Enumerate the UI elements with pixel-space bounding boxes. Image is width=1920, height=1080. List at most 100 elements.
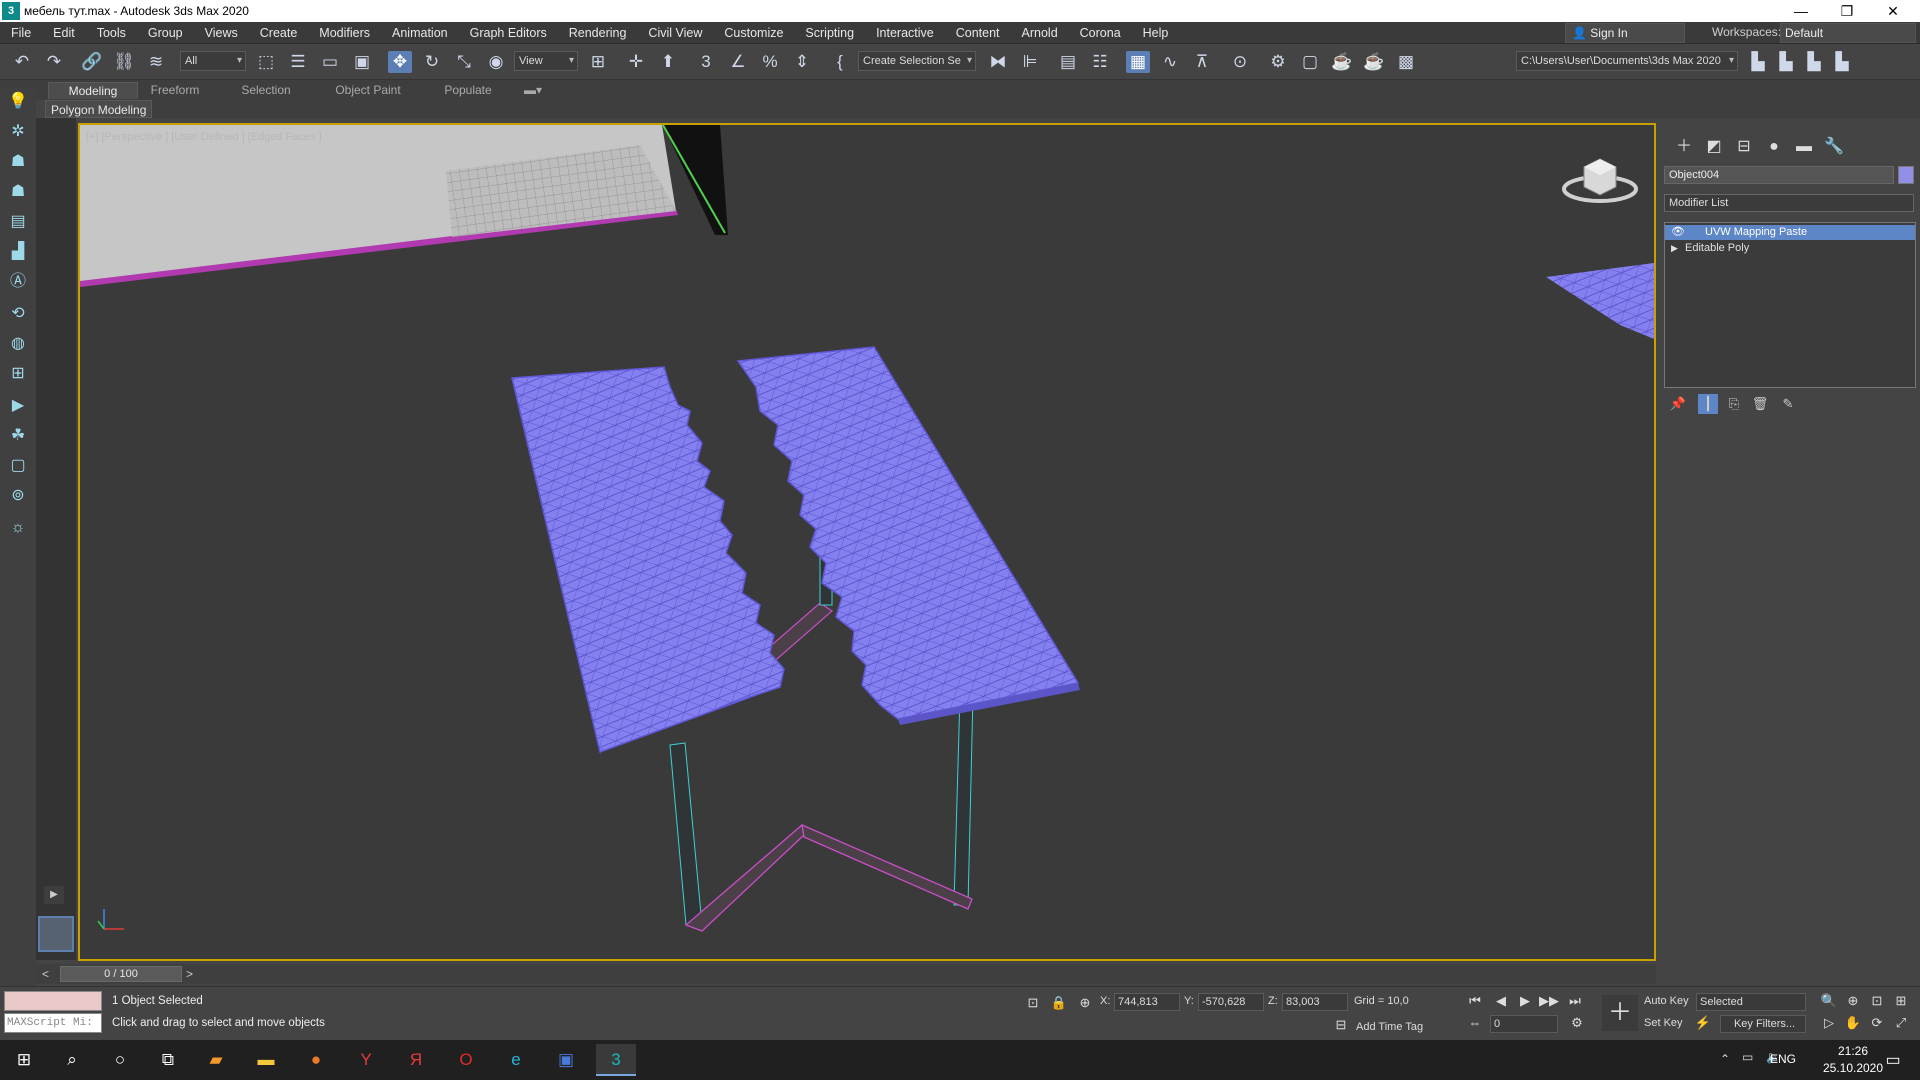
project-path-dropdown[interactable]: C:\Users\User\Documents\3ds Max 2020 xyxy=(1516,51,1738,71)
time-config-icon[interactable]: ⚙ xyxy=(1566,1013,1588,1033)
select-rotate-icon[interactable]: ↻ xyxy=(420,51,444,73)
maxscript-mini-listener[interactable]: MAXScript Mi: xyxy=(4,1013,102,1033)
selection-set-dropdown[interactable]: Create Selection Se xyxy=(858,51,976,71)
eye-icon[interactable]: 👁 xyxy=(1671,225,1685,240)
bind-space-warp-icon[interactable]: ≋ xyxy=(144,51,168,73)
go-to-start-icon[interactable]: ⏮ xyxy=(1464,991,1486,1011)
time-tag-icon[interactable]: ⊟ xyxy=(1330,1015,1352,1035)
absolute-mode-icon[interactable]: ⊕ xyxy=(1074,993,1096,1013)
spinner-snap-icon[interactable]: ⇕ xyxy=(790,51,814,73)
orbit-view-icon[interactable]: ⟳ xyxy=(1866,1013,1888,1033)
key-mode-icon[interactable]: ⇔ xyxy=(1464,1013,1486,1033)
menu-interactive[interactable]: Interactive xyxy=(865,26,945,40)
viewcube-icon[interactable] xyxy=(1562,158,1638,203)
render-setup-icon[interactable]: ⚙ xyxy=(1266,51,1290,73)
select-move-icon[interactable]: ✥ xyxy=(388,51,412,73)
create-tab-icon[interactable]: ＋ xyxy=(1672,136,1696,158)
graphite-icon[interactable]: ▟ xyxy=(5,240,31,264)
firefox-icon[interactable]: ● xyxy=(296,1044,336,1076)
tab-object-paint[interactable]: Object Paint xyxy=(326,82,410,99)
tab-modeling[interactable]: Modeling xyxy=(48,82,138,99)
project-manage-icon[interactable]: ▙ xyxy=(1830,51,1854,73)
menu-edit[interactable]: Edit xyxy=(42,26,86,40)
restore-button[interactable]: ❐ xyxy=(1824,0,1870,22)
edge-icon[interactable]: e xyxy=(496,1044,536,1076)
z-coord-field[interactable]: 83,003 xyxy=(1282,993,1348,1011)
object-name-field[interactable]: Object004 xyxy=(1664,166,1894,184)
time-next-icon[interactable]: > xyxy=(186,967,193,981)
link-icon[interactable]: 🔗 xyxy=(80,51,104,73)
orbit-icon[interactable]: ⊚ xyxy=(5,484,31,508)
project-create-icon[interactable]: ▙ xyxy=(1802,51,1826,73)
select-place-icon[interactable]: ◉ xyxy=(484,51,508,73)
layer-explorer-icon[interactable]: ☷ xyxy=(1088,51,1112,73)
toggle-ribbon-icon[interactable]: ▦ xyxy=(1126,51,1150,73)
select-scale-icon[interactable]: ⤡ xyxy=(452,51,476,73)
tray-chevron-icon[interactable]: ⌃ xyxy=(1720,1052,1730,1066)
select-by-name-icon[interactable]: ☰ xyxy=(286,51,310,73)
unlink-icon[interactable]: ⛓ xyxy=(112,51,136,73)
people-icon[interactable]: ☘ xyxy=(5,424,31,448)
set-key-button[interactable]: Set Key xyxy=(1644,1017,1683,1029)
right-tabletop[interactable] xyxy=(736,346,1080,720)
maxscript-listener-output[interactable] xyxy=(4,991,102,1011)
project-open-icon[interactable]: ▙ xyxy=(1774,51,1798,73)
stack-item-uvw-mapping-paste[interactable]: 👁 UVW Mapping Paste xyxy=(1665,225,1915,240)
next-frame-icon[interactable]: ▶▶ xyxy=(1538,991,1560,1011)
render-production-icon[interactable]: ☕ xyxy=(1330,51,1354,73)
menu-modifiers[interactable]: Modifiers xyxy=(308,26,381,40)
workspace-dropdown[interactable]: Default xyxy=(1780,23,1916,43)
isolate-selection-icon[interactable]: ⊡ xyxy=(1022,993,1044,1013)
zoom-icon[interactable]: 🔍 xyxy=(1818,991,1840,1011)
rotate-view-icon[interactable]: ⟲ xyxy=(5,302,31,326)
selection-filter-dropdown[interactable]: All xyxy=(180,51,246,71)
current-frame-field[interactable]: 0 xyxy=(1490,1015,1558,1033)
play-icon[interactable]: ▶ xyxy=(1514,991,1536,1011)
edit-named-sets-icon[interactable]: { xyxy=(828,51,852,73)
key-filters-icon[interactable]: ⚡ xyxy=(1692,1013,1714,1033)
pivot-center-icon[interactable]: ⊞ xyxy=(586,51,610,73)
motion-tab-icon[interactable]: ● xyxy=(1762,136,1786,158)
y-coord-field[interactable]: -570,628 xyxy=(1198,993,1264,1011)
field-of-view-icon[interactable]: ▷ xyxy=(1818,1013,1840,1033)
task-view-icon[interactable]: ⧉ xyxy=(148,1044,188,1076)
layer-view-icon[interactable]: ▢ xyxy=(5,454,31,478)
window-crossing-icon[interactable]: ▣ xyxy=(350,51,374,73)
viewport-label[interactable]: [+] [Perspective ] [User Defined ] [Edge… xyxy=(86,131,322,143)
ref-coord-dropdown[interactable]: View xyxy=(514,51,578,71)
cortana-icon[interactable]: ○ xyxy=(100,1044,140,1076)
paint-select-icon[interactable]: 💡 xyxy=(5,90,31,114)
material-editor-icon[interactable]: ⊙ xyxy=(1228,51,1252,73)
menu-corona[interactable]: Corona xyxy=(1069,26,1132,40)
menu-graph-editors[interactable]: Graph Editors xyxy=(459,26,558,40)
search-icon[interactable]: ⌕ xyxy=(52,1044,92,1076)
zoom-extents-all-icon[interactable]: ⊞ xyxy=(1890,991,1912,1011)
configure-modifier-sets-icon[interactable]: ✎ xyxy=(1778,394,1798,414)
menu-civil-view[interactable]: Civil View xyxy=(637,26,713,40)
undo-icon[interactable]: ↶ xyxy=(10,51,34,73)
menu-rendering[interactable]: Rendering xyxy=(558,26,638,40)
populate-icon[interactable]: ☗ xyxy=(5,150,31,174)
percent-snap-icon[interactable]: % xyxy=(758,51,782,73)
key-filters-button[interactable]: Key Filters... xyxy=(1720,1015,1806,1033)
file-explorer-icon[interactable]: ▬ xyxy=(246,1044,286,1076)
menu-arnold[interactable]: Arnold xyxy=(1011,26,1069,40)
object-color-swatch[interactable] xyxy=(1898,166,1914,184)
display-tab-icon[interactable]: ▬ xyxy=(1792,136,1816,158)
menu-views[interactable]: Views xyxy=(194,26,249,40)
zoom-extents-icon[interactable]: ⊡ xyxy=(1866,991,1888,1011)
polygon-modeling-panel[interactable]: Polygon Modeling xyxy=(45,100,153,118)
render-in-cloud-icon[interactable]: ▩ xyxy=(1394,51,1418,73)
3dsmax-taskbar-icon[interactable]: 3 xyxy=(596,1044,636,1076)
sign-in-button[interactable]: 👤 Sign In xyxy=(1565,23,1685,43)
yandex-browser-icon[interactable]: Y xyxy=(346,1044,386,1076)
maximize-viewport-icon[interactable]: ⤢ xyxy=(1890,1013,1912,1033)
time-slider[interactable]: < 0 / 100 > xyxy=(36,964,1656,984)
network-icon[interactable]: ▭ xyxy=(1742,1050,1753,1064)
left-tabletop[interactable] xyxy=(511,366,785,753)
side-slab[interactable] xyxy=(1546,263,1654,339)
minimize-button[interactable]: — xyxy=(1778,0,1824,22)
menu-help[interactable]: Help xyxy=(1132,26,1180,40)
sublime-icon[interactable]: ▰ xyxy=(196,1044,236,1076)
expand-arrow-icon[interactable]: ▶ xyxy=(1671,241,1678,256)
